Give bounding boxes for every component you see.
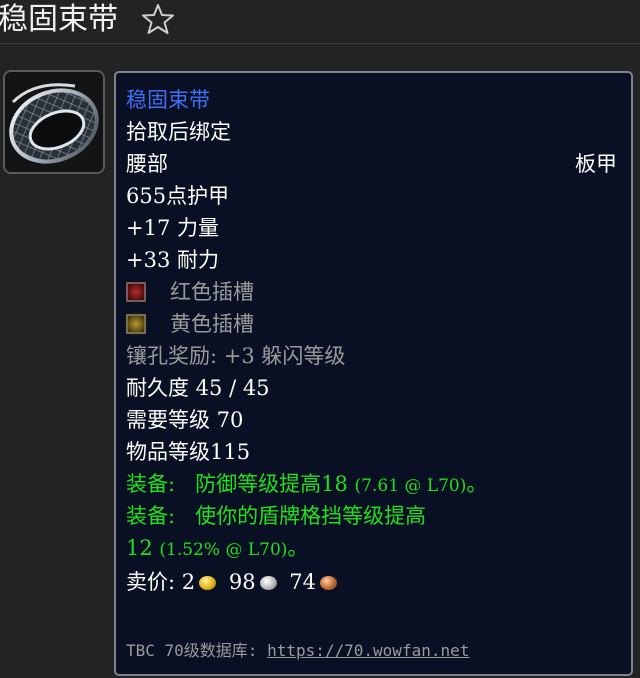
equip-text: 防御等级提高18 bbox=[195, 472, 348, 496]
equip-tail: 。 bbox=[466, 472, 488, 496]
equip-prefix: 装备: bbox=[126, 504, 176, 528]
page-header: 稳固束带 bbox=[0, 0, 640, 44]
stat-name: 力量 bbox=[177, 216, 220, 240]
database-link[interactable]: https://70.wowfan.net bbox=[267, 641, 469, 660]
equip-effect-block-cont: 12 (1.52% @ L70)。 bbox=[126, 533, 308, 565]
socket-red: 红色插槽 bbox=[126, 277, 254, 307]
slot-text: 腰部 bbox=[126, 152, 168, 176]
equip-effect-defense: 装备: 防御等级提高18 (7.61 @ L70)。 bbox=[126, 469, 487, 501]
copper-coin-icon bbox=[319, 576, 337, 590]
stat-stamina: +33 耐力 bbox=[126, 245, 219, 275]
equip-effect-block: 装备: 使你的盾牌格挡等级提高 bbox=[126, 501, 426, 531]
socket-label: 红色插槽 bbox=[170, 280, 254, 304]
armor-value: 655点护甲 bbox=[126, 184, 230, 208]
socket-label: 黄色插槽 bbox=[170, 312, 254, 336]
footer-prefix: TBC 70级数据库: bbox=[126, 641, 258, 660]
gold-amount: 2 bbox=[181, 570, 196, 594]
equip-note: (7.61 @ L70) bbox=[354, 476, 467, 496]
page-title: 稳固束带 bbox=[0, 2, 118, 37]
equip-prefix: 装备: bbox=[126, 472, 176, 496]
item-level: 物品等级115 bbox=[126, 440, 251, 464]
equip-note: (1.52% @ L70) bbox=[159, 540, 288, 560]
belt-icon bbox=[3, 70, 105, 174]
equip-value: 12 bbox=[126, 536, 153, 560]
sell-price: 卖价: 2 98 74 bbox=[126, 567, 343, 597]
required-level: 需要等级 70 bbox=[126, 408, 244, 432]
silver-coin-icon bbox=[259, 576, 277, 590]
sell-price-label: 卖价: bbox=[126, 570, 176, 594]
socket-bonus: 镶孔奖励: +3 躲闪等级 bbox=[126, 344, 346, 368]
copper-amount: 74 bbox=[289, 570, 316, 594]
stat-strength: +17 力量 bbox=[126, 213, 219, 243]
durability: 耐久度 45 / 45 bbox=[126, 376, 270, 400]
socket-yellow: 黄色插槽 bbox=[126, 309, 254, 339]
gold-coin-icon bbox=[199, 576, 217, 590]
star-outline-icon[interactable] bbox=[142, 3, 174, 35]
stat-value: +17 bbox=[126, 216, 171, 240]
silver-amount: 98 bbox=[228, 570, 256, 594]
stat-name: 耐力 bbox=[177, 248, 220, 272]
item-name: 稳固束带 bbox=[126, 88, 210, 112]
equip-text: 使你的盾牌格挡等级提高 bbox=[195, 504, 427, 528]
database-footer: TBC 70级数据库: https://70.wowfan.net bbox=[126, 639, 469, 663]
binding-text: 拾取后绑定 bbox=[126, 120, 231, 144]
equip-tail: 。 bbox=[287, 536, 309, 560]
item-tooltip: 稳固束带 拾取后绑定 腰部 板甲 655点护甲 +17 力量 +33 耐力 红色… bbox=[114, 71, 633, 676]
red-socket-icon bbox=[126, 282, 146, 302]
armor-type-text: 板甲 bbox=[575, 152, 617, 176]
stat-value: +33 bbox=[126, 248, 171, 272]
yellow-socket-icon bbox=[126, 314, 146, 334]
